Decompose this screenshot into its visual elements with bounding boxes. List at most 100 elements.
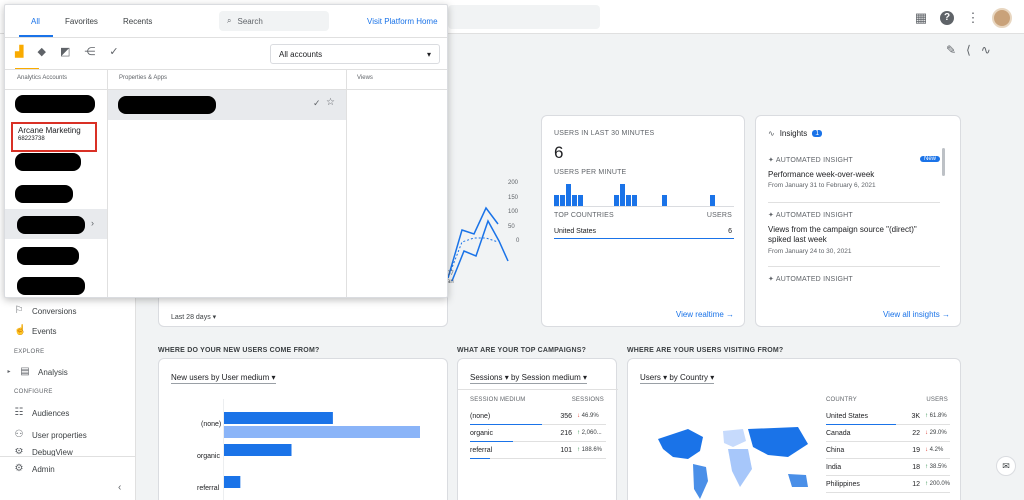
sidebar-section-explore: EXPLORE: [14, 349, 45, 355]
flag-icon: ⚐: [14, 305, 24, 316]
visit-platform-home-link[interactable]: Visit Platform Home: [367, 17, 438, 26]
global-search-bar[interactable]: [448, 5, 600, 29]
users-per-minute-chart: [554, 184, 715, 206]
sidebar-item-audiences[interactable]: ☷ Audiences: [14, 406, 70, 420]
delta-text: 188.6%: [581, 447, 603, 453]
divider: [458, 389, 618, 390]
row-divider: [470, 458, 606, 459]
sidebar-item-debugview[interactable]: ⚙ DebugView: [14, 448, 73, 456]
redacted-account[interactable]: [15, 153, 81, 171]
campaigns-dropdown[interactable]: Sessions ▾ by Session medium ▾: [470, 373, 587, 384]
row-divider: [826, 458, 950, 459]
account-name: Arcane Marketing: [18, 126, 81, 135]
row-value: 216: [560, 430, 572, 437]
arrow-right-icon: →: [942, 310, 950, 319]
row-bar: [470, 441, 514, 442]
row-name: China: [826, 447, 845, 454]
users-per-minute-label: USERS PER MINUTE: [554, 169, 627, 176]
edit-icon[interactable]: ✎: [946, 43, 956, 57]
minute-bar: [626, 195, 631, 206]
insight-title: Performance week-over-week: [768, 170, 875, 179]
row-delta: ↓ 4.2%: [925, 447, 943, 453]
insight-subtitle: From January 31 to February 6, 2021: [768, 182, 876, 189]
insights-trend-icon: ∿: [768, 129, 775, 138]
share-icon[interactable]: ⟨: [966, 43, 971, 57]
sidebar-item-label: Admin: [32, 464, 55, 474]
category-label: organic: [197, 453, 220, 460]
data-studio-icon[interactable]: ⋲: [84, 45, 95, 58]
row-name: Philippines: [826, 481, 860, 488]
analytics-icon[interactable]: ▟: [15, 45, 23, 58]
insight-divider: [768, 202, 940, 203]
insight-tag: ✦ AUTOMATED INSIGHT: [768, 156, 940, 164]
apps-grid-icon[interactable]: ▦: [914, 11, 928, 25]
star-icon[interactable]: ☆: [326, 97, 335, 108]
delta-text: 4.2%: [929, 447, 944, 453]
surveys-icon[interactable]: ✓: [109, 45, 118, 58]
insight-item[interactable]: ✦ AUTOMATED INSIGHT: [768, 275, 940, 283]
sidebar-item-user-properties[interactable]: ⚇ User properties: [14, 428, 87, 442]
visitors-dropdown[interactable]: Users ▾ by Country ▾: [640, 373, 715, 384]
sidebar-item-admin[interactable]: ⚙ Admin: [14, 462, 55, 476]
country-bar: [554, 238, 734, 239]
more-vert-icon[interactable]: ⋮: [966, 11, 980, 25]
tag-manager-icon[interactable]: ◩: [60, 45, 70, 58]
account-filter-select[interactable]: All accounts ▾: [270, 44, 440, 64]
insight-item[interactable]: ✦ AUTOMATED INSIGHT Views from the campa…: [768, 211, 940, 255]
help-icon[interactable]: ?: [940, 11, 954, 25]
popup-search-input[interactable]: ⌕ Search: [219, 11, 329, 31]
row-name: organic: [470, 430, 493, 437]
y-tick: 0: [516, 238, 520, 244]
redacted-account[interactable]: [17, 216, 85, 234]
sidebar-item-conversions[interactable]: ⚐ Conversions: [14, 304, 77, 318]
dropdown-label: by Session medium: [510, 373, 581, 382]
feedback-icon[interactable]: ✉: [996, 456, 1016, 476]
y-tick: 50: [508, 223, 515, 230]
visitors-heading: WHERE ARE YOUR USERS VISITING FROM?: [627, 347, 784, 354]
date-range-label: Last 28 days: [171, 314, 211, 321]
tab-all[interactable]: All: [31, 17, 40, 26]
selected-account-item[interactable]: Arcane Marketing 68223738: [11, 122, 97, 152]
new-users-dropdown[interactable]: New users by User medium ▾: [171, 373, 276, 384]
redacted-account[interactable]: [17, 277, 85, 295]
redacted-account[interactable]: [17, 247, 79, 265]
view-all-insights-link[interactable]: View all insights →: [883, 310, 950, 319]
collapse-sidebar-chevron-icon[interactable]: ‹: [118, 482, 121, 493]
insight-divider: [768, 266, 940, 267]
tab-label: Favorites: [65, 17, 98, 26]
new-users-bar: [224, 412, 333, 424]
select-value: All accounts: [279, 50, 323, 59]
insights-scrollbar[interactable]: [942, 148, 945, 176]
tab-recents[interactable]: Recents: [123, 17, 152, 26]
col-accounts: Analytics Accounts: [17, 75, 68, 81]
row-delta: ↑ 61.8%: [925, 413, 947, 419]
sidebar-item-label: User properties: [32, 430, 87, 440]
new-users-card: New users by User medium ▾ (none) organi…: [158, 358, 448, 500]
campaigns-heading: WHAT ARE YOUR TOP CAMPAIGNS?: [457, 347, 587, 354]
date-range-dropdown[interactable]: Last 28 days ▾: [171, 313, 216, 321]
minute-bar: [662, 195, 667, 206]
row-value: 19: [912, 447, 920, 454]
col-sessions: SESSIONS: [571, 397, 604, 403]
sidebar-item-analysis[interactable]: ▸ ▤ Analysis: [6, 365, 67, 379]
row-delta: ↑ 38.5%: [925, 464, 947, 470]
redacted-account[interactable]: [15, 185, 73, 203]
avatar[interactable]: [992, 8, 1012, 28]
tab-favorites[interactable]: Favorites: [65, 17, 98, 26]
redacted-account[interactable]: [15, 95, 95, 113]
minute-bar: [614, 195, 619, 206]
insight-tag-label: AUTOMATED INSIGHT: [775, 157, 853, 164]
new-users-heading: WHERE DO YOUR NEW USERS COME FROM?: [158, 347, 320, 354]
view-realtime-link[interactable]: View realtime →: [676, 310, 734, 319]
minute-bar: [620, 184, 625, 206]
row-delta: ↓ 29.0%: [925, 430, 947, 436]
optimize-icon[interactable]: ◆: [37, 45, 45, 58]
dropdown-label: Sessions: [470, 373, 503, 382]
sidebar-item-events[interactable]: ☝ Events: [14, 324, 56, 338]
sidebar-section-configure: CONFIGURE: [14, 389, 53, 395]
redacted-property[interactable]: [118, 96, 216, 114]
insights-trend-icon[interactable]: ∿: [981, 43, 991, 57]
row-name: United States: [826, 413, 869, 420]
sidebar-item-label: Audiences: [32, 408, 70, 418]
insight-item[interactable]: ✦ AUTOMATED INSIGHT New Performance week…: [768, 156, 940, 189]
